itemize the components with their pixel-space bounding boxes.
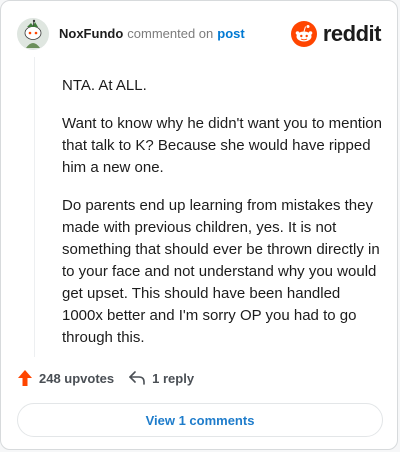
comment-header: NoxFundo commented on post reddit — [17, 17, 382, 51]
upvote-count: 248 upvotes — [39, 370, 115, 386]
avatar[interactable] — [17, 18, 49, 50]
comment-paragraph: NTA. At ALL. — [62, 77, 147, 94]
reddit-logo-icon — [290, 21, 317, 47]
comment-card: NoxFundo commented on post reddit NTA. A… — [0, 0, 398, 450]
post-link[interactable]: post — [217, 26, 244, 41]
reply-count: 1 reply — [152, 370, 195, 386]
view-comments-button[interactable]: View 1 comments — [17, 403, 383, 437]
reply-arrow-icon — [128, 370, 146, 386]
upvote-arrow-icon — [17, 369, 33, 387]
reply-button[interactable]: 1 reply — [128, 370, 194, 386]
comment-paragraph: Want to know why he didn't want you to m… — [62, 115, 382, 176]
snoo-avatar-icon — [17, 18, 49, 50]
comment-actions: 248 upvotes 1 reply — [17, 369, 194, 387]
thread-line — [34, 57, 35, 357]
comment-body: NTA. At ALL. Want to know why he didn't … — [62, 75, 382, 365]
brand-wordmark: reddit — [322, 21, 382, 46]
author-name[interactable]: NoxFundo — [59, 26, 123, 41]
comment-paragraph: Do parents end up learning from mistakes… — [62, 197, 380, 346]
upvote-button[interactable]: 248 upvotes — [17, 369, 114, 387]
commented-on-text: commented on — [127, 26, 214, 41]
author-meta: NoxFundo commented on post — [17, 18, 245, 50]
comment-meta: NoxFundo commented on post — [59, 26, 245, 42]
reddit-brand[interactable]: reddit — [290, 21, 382, 47]
